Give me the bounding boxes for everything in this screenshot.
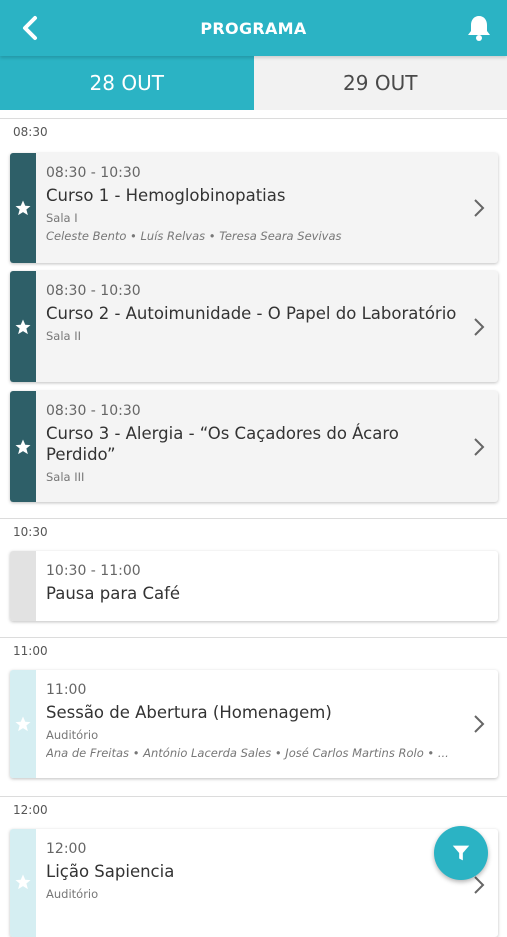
session-time: 12:00 <box>46 841 458 857</box>
favorite-bar[interactable] <box>10 271 36 382</box>
session-title: Sessão de Abertura (Homenagem) <box>46 702 458 723</box>
session-card[interactable]: 10:30 - 11:00 Pausa para Café <box>10 551 498 621</box>
session-card[interactable]: 08:30 - 10:30 Curso 3 - Alergia - “Os Ca… <box>10 391 498 502</box>
session-card[interactable]: 08:30 - 10:30 Curso 2 - Autoimunidade - … <box>10 271 498 382</box>
chevron-right-icon <box>472 875 486 895</box>
star-icon <box>14 873 32 891</box>
schedule-list: 08:30 08:30 - 10:30 Curso 1 - Hemoglobin… <box>0 110 507 937</box>
session-room: Sala III <box>46 470 458 484</box>
time-section-label: 08:30 <box>0 119 507 141</box>
favorite-bar[interactable] <box>10 829 36 937</box>
chevron-right-icon <box>472 437 486 457</box>
favorite-bar[interactable] <box>10 670 36 778</box>
filter-icon <box>450 842 472 864</box>
time-section-label: 11:00 <box>0 638 507 660</box>
page-title: PROGRAMA <box>200 19 306 38</box>
session-title: Lição Sapiencia <box>46 861 458 882</box>
session-title: Pausa para Café <box>46 583 458 604</box>
chevron-right-icon <box>472 198 486 218</box>
session-card[interactable]: 12:00 Lição Sapiencia Auditório <box>10 829 498 937</box>
bell-icon <box>466 14 492 42</box>
notifications-button[interactable] <box>463 12 495 44</box>
chevron-left-icon <box>21 15 39 41</box>
session-time: 08:30 - 10:30 <box>46 403 458 419</box>
session-bar <box>10 551 36 621</box>
session-room: Auditório <box>46 887 458 901</box>
session-room: Sala II <box>46 329 458 343</box>
session-card[interactable]: 11:00 Sessão de Abertura (Homenagem) Aud… <box>10 670 498 778</box>
session-speakers: Ana de Freitas • António Lacerda Sales •… <box>46 746 458 760</box>
tab-28-out[interactable]: 28 OUT <box>0 56 254 110</box>
time-section-label: 12:00 <box>0 797 507 819</box>
favorite-bar[interactable] <box>10 153 36 263</box>
app-header: PROGRAMA <box>0 0 507 56</box>
tab-29-out[interactable]: 29 OUT <box>254 56 507 110</box>
session-room: Sala I <box>46 211 458 225</box>
star-icon <box>14 318 32 336</box>
filter-button[interactable] <box>434 826 488 880</box>
session-time: 10:30 - 11:00 <box>46 563 458 579</box>
chevron-right-icon <box>472 317 486 337</box>
date-tabs: 28 OUT 29 OUT <box>0 56 507 110</box>
session-speakers: Celeste Bento • Luís Relvas • Teresa Sea… <box>46 229 458 243</box>
session-card[interactable]: 08:30 - 10:30 Curso 1 - Hemoglobinopatia… <box>10 153 498 263</box>
back-button[interactable] <box>14 12 46 44</box>
favorite-bar[interactable] <box>10 391 36 502</box>
time-section-label: 10:30 <box>0 519 507 541</box>
chevron-right-icon <box>472 714 486 734</box>
session-title: Curso 2 - Autoimunidade - O Papel do Lab… <box>46 303 458 324</box>
session-time: 08:30 - 10:30 <box>46 165 458 181</box>
session-time: 08:30 - 10:30 <box>46 283 458 299</box>
session-time: 11:00 <box>46 682 458 698</box>
star-icon <box>14 715 32 733</box>
session-room: Auditório <box>46 728 458 742</box>
star-icon <box>14 438 32 456</box>
star-icon <box>14 199 32 217</box>
session-title: Curso 1 - Hemoglobinopatias <box>46 185 458 206</box>
session-title: Curso 3 - Alergia - “Os Caçadores do Áca… <box>46 423 458 465</box>
